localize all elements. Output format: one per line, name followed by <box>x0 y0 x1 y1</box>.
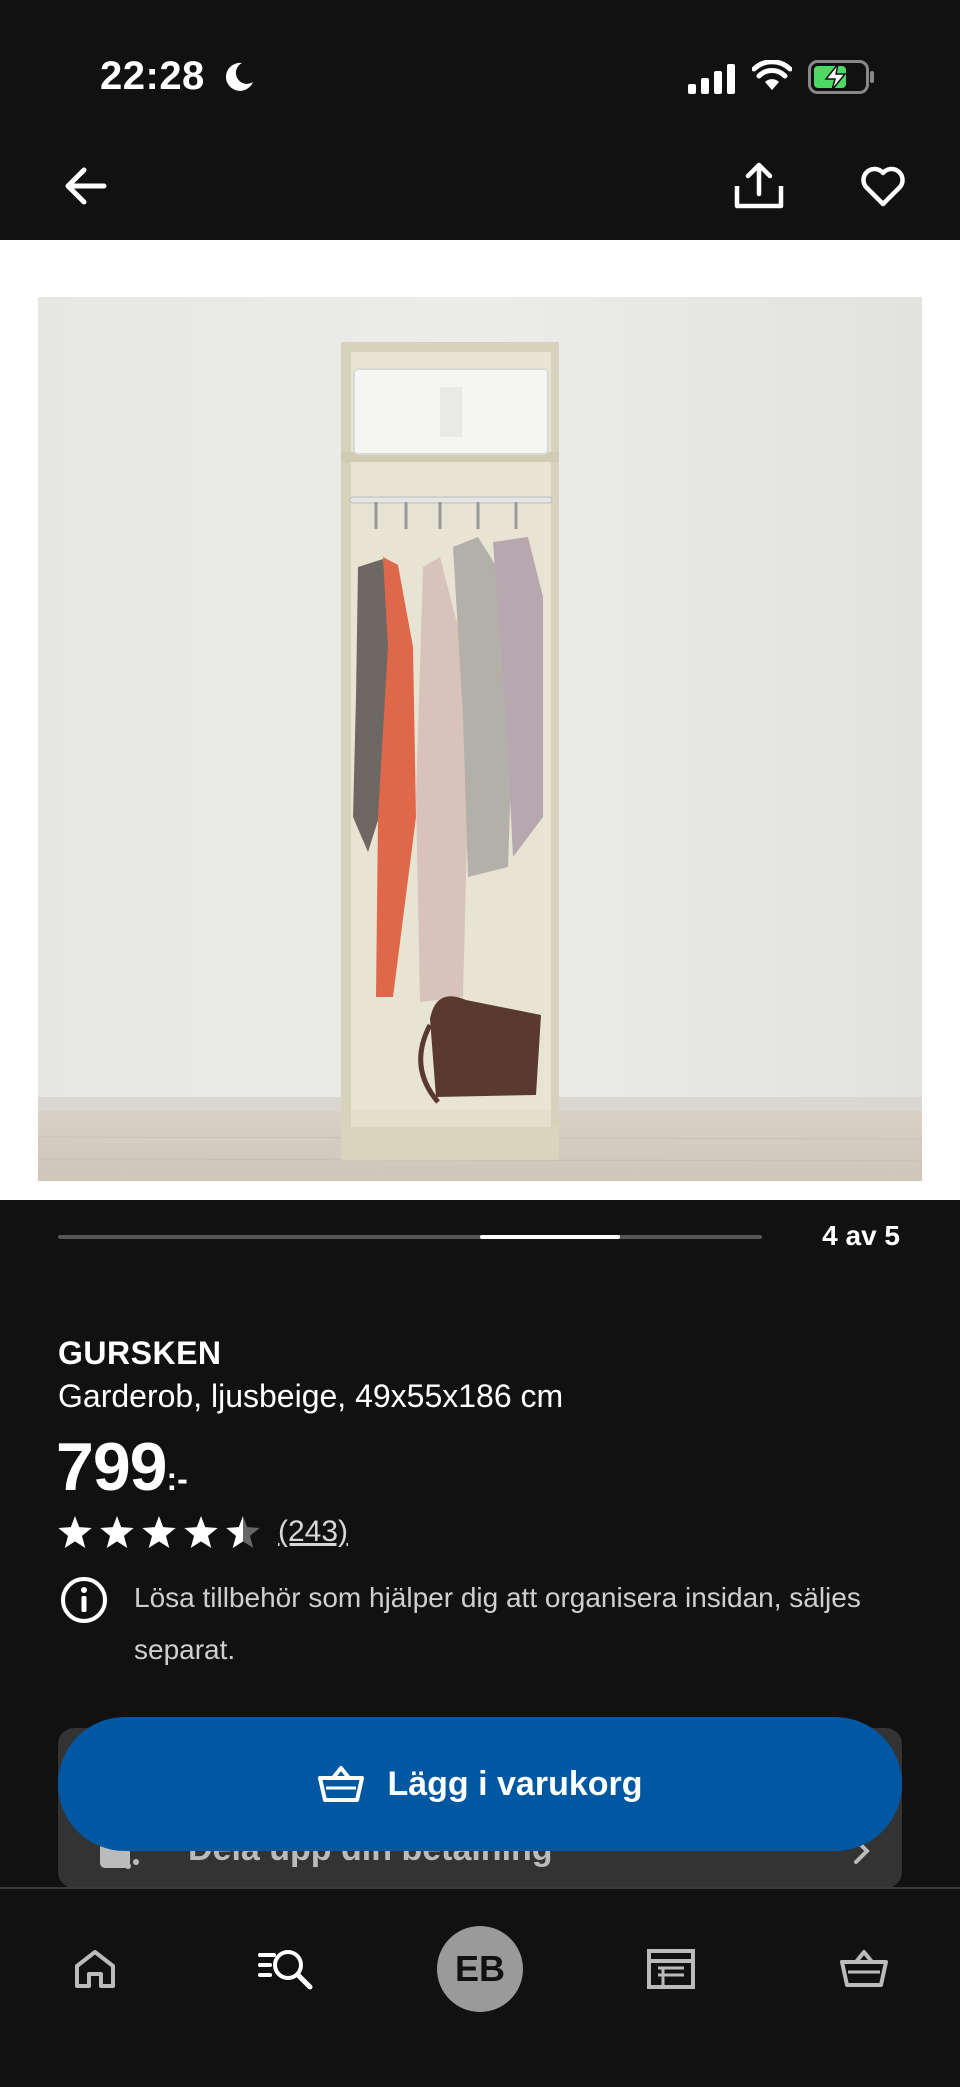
star-icon <box>184 1516 218 1548</box>
favorite-button[interactable] <box>843 146 923 226</box>
share-icon <box>734 162 784 209</box>
nav-profile[interactable]: EB <box>430 1919 530 2019</box>
wardrobe-illustration <box>38 297 922 1181</box>
bottom-navigation: EB <box>0 1887 960 2087</box>
star-icon <box>100 1516 134 1548</box>
review-count-link[interactable]: (243) <box>278 1515 348 1549</box>
star-icon <box>142 1516 176 1548</box>
back-button[interactable] <box>46 146 126 226</box>
product-price: 799:- <box>56 1428 188 1506</box>
arrow-left-icon <box>65 167 107 205</box>
nav-cart[interactable] <box>814 1919 914 2019</box>
gallery-progress-bar <box>58 1235 762 1239</box>
info-icon <box>61 1577 107 1623</box>
product-image <box>38 297 922 1181</box>
basket-icon <box>318 1766 365 1802</box>
nav-home[interactable] <box>45 1919 145 2019</box>
gallery-counter: 4 av 5 <box>822 1220 900 1251</box>
store-icon <box>647 1949 695 1989</box>
product-image-carousel[interactable] <box>0 240 960 1200</box>
nav-search[interactable] <box>236 1919 336 2019</box>
search-list-icon <box>258 1950 313 1990</box>
product-rating[interactable]: (243) <box>58 1512 348 1552</box>
wifi-icon <box>752 60 792 90</box>
price-suffix: :- <box>166 1461 188 1497</box>
share-button[interactable] <box>719 146 799 226</box>
add-to-cart-label: Lägg i varukorg <box>387 1764 643 1803</box>
top-navigation <box>0 140 960 240</box>
basket-icon <box>840 1950 888 1987</box>
battery-charging-icon <box>808 60 874 94</box>
heart-icon <box>861 166 905 207</box>
status-bar: 22:28 <box>0 0 960 140</box>
star-icon <box>58 1516 92 1548</box>
avatar: EB <box>437 1926 523 2012</box>
product-description: Garderob, ljusbeige, 49x55x186 cm <box>58 1378 564 1414</box>
moon-icon <box>225 62 253 91</box>
rating-stars <box>58 1516 260 1548</box>
add-to-cart-button[interactable]: Lägg i varukorg <box>58 1717 902 1851</box>
half-star-icon <box>226 1516 260 1548</box>
nav-stores[interactable] <box>621 1919 721 2019</box>
price-amount: 799 <box>56 1429 167 1505</box>
gallery-progress-fill <box>480 1235 620 1239</box>
home-icon <box>75 1950 115 1988</box>
clock-time: 22:28 <box>100 54 205 98</box>
product-name: GURSKEN <box>58 1335 222 1371</box>
info-text: Lösa tillbehör som hjälper dig att organ… <box>134 1582 861 1665</box>
cellular-signal-icon <box>688 64 735 94</box>
